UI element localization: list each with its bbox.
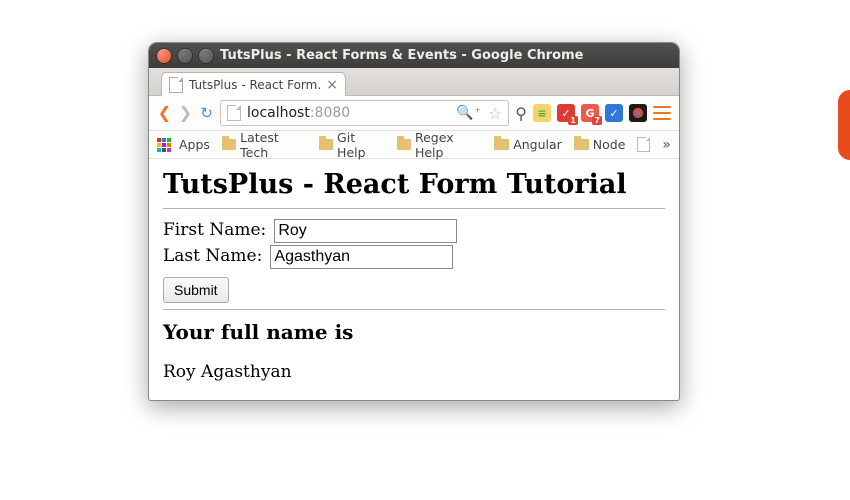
bookmark-overflow-item[interactable] bbox=[637, 137, 650, 152]
last-name-label: Last Name: bbox=[163, 246, 262, 266]
window-maximize-button[interactable] bbox=[199, 49, 213, 63]
ext-grammarly-icon[interactable]: G7 bbox=[581, 104, 599, 122]
bookmark-git-help[interactable]: Git Help bbox=[319, 130, 385, 160]
badge: 7 bbox=[592, 116, 602, 125]
bookmark-node[interactable]: Node bbox=[574, 137, 626, 152]
nav-reload-button[interactable]: ↻ bbox=[199, 106, 214, 121]
address-bar[interactable]: localhost :8080 🔍⁺ ☆ bbox=[220, 100, 509, 126]
page-body: TutsPlus - React Form Tutorial First Nam… bbox=[149, 159, 679, 400]
window-titlebar: TutsPlus - React Forms & Events - Google… bbox=[149, 43, 679, 68]
result-heading: Your full name is bbox=[163, 320, 665, 344]
folder-icon bbox=[574, 139, 589, 150]
browser-window: TutsPlus - React Forms & Events - Google… bbox=[148, 42, 680, 401]
apps-label: Apps bbox=[179, 137, 210, 152]
folder-icon bbox=[397, 139, 411, 150]
url-port: :8080 bbox=[310, 105, 350, 121]
divider bbox=[163, 309, 665, 310]
bookmark-star-icon[interactable]: ☆ bbox=[488, 104, 502, 123]
site-icon bbox=[227, 105, 241, 121]
ext-notes-icon[interactable]: ≡ bbox=[533, 104, 551, 122]
bookmarks-overflow-button[interactable]: » bbox=[662, 137, 671, 153]
ext-todoist-icon[interactable]: ✓1 bbox=[557, 104, 575, 122]
chrome-menu-button[interactable] bbox=[653, 106, 671, 120]
last-name-input[interactable] bbox=[270, 245, 453, 269]
apps-button[interactable]: Apps bbox=[157, 137, 210, 152]
page-heading: TutsPlus - React Form Tutorial bbox=[163, 169, 665, 200]
page-icon bbox=[169, 77, 183, 93]
divider bbox=[163, 208, 665, 209]
window-close-button[interactable] bbox=[157, 49, 171, 63]
bookmark-regex-help[interactable]: Regex Help bbox=[397, 130, 482, 160]
nav-forward-button[interactable]: ❯ bbox=[178, 105, 193, 121]
ext-dark-icon[interactable] bbox=[629, 104, 647, 122]
bookmarks-bar: Apps Latest Tech Git Help Regex Help Ang… bbox=[149, 131, 679, 159]
nav-back-button[interactable]: ❮ bbox=[157, 105, 172, 121]
result-fullname: Roy Agasthyan bbox=[163, 362, 665, 382]
zoom-icon[interactable]: 🔍⁺ bbox=[456, 105, 482, 121]
color-swirl-icon bbox=[633, 108, 643, 118]
window-title: TutsPlus - React Forms & Events - Google… bbox=[220, 48, 583, 63]
bookmark-angular[interactable]: Angular bbox=[494, 137, 562, 152]
folder-icon bbox=[222, 139, 236, 150]
folder-icon bbox=[494, 139, 509, 150]
toolbar: ❮ ❯ ↻ localhost :8080 🔍⁺ ☆ ⚲ ≡ ✓1 G7 ✓ bbox=[149, 96, 679, 131]
eyedropper-icon[interactable]: ⚲ bbox=[515, 104, 527, 123]
tab-strip: TutsPlus - React Form… × bbox=[149, 68, 679, 96]
first-name-input[interactable] bbox=[274, 219, 457, 243]
badge: 1 bbox=[568, 116, 578, 125]
window-minimize-button[interactable] bbox=[178, 49, 192, 63]
page-icon bbox=[637, 137, 650, 152]
apps-icon bbox=[157, 138, 171, 152]
folder-icon bbox=[319, 139, 333, 150]
background-peek bbox=[838, 90, 850, 160]
tab-title: TutsPlus - React Form… bbox=[189, 78, 322, 92]
browser-tab[interactable]: TutsPlus - React Form… × bbox=[161, 72, 346, 96]
first-name-label: First Name: bbox=[163, 220, 266, 240]
ext-check-icon[interactable]: ✓ bbox=[605, 104, 623, 122]
tab-close-icon[interactable]: × bbox=[326, 77, 338, 93]
bookmark-latest-tech[interactable]: Latest Tech bbox=[222, 130, 307, 160]
url-host: localhost bbox=[247, 105, 310, 121]
submit-button[interactable]: Submit bbox=[163, 277, 229, 303]
